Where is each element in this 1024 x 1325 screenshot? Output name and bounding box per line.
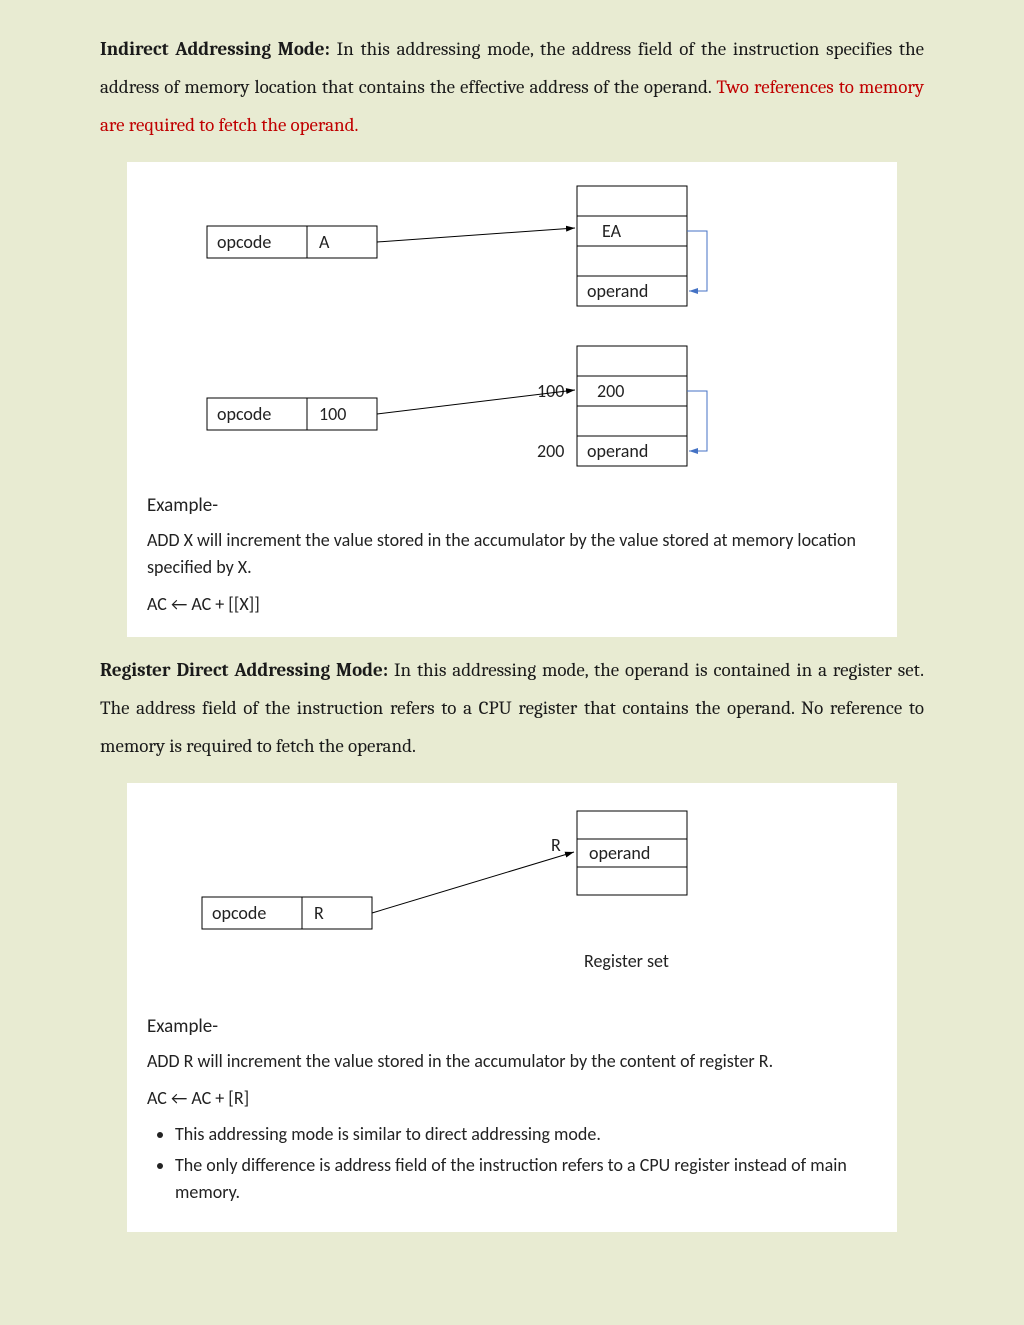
fig2-note-2: The only difference is address field of … [175,1152,877,1206]
figure-indirect-addressing: opcode A EA operand opcode 100 200 o [127,162,897,637]
diagram-indirect: opcode A EA operand opcode 100 200 o [147,176,877,476]
fig1-example-heading: Example- [147,494,877,517]
fig2-example-heading: Example- [147,1015,877,1038]
fig2-formula: AC ← AC + [R] [147,1087,877,1109]
fig2-operand: operand [589,842,650,864]
diagram-register-direct: opcode R operand R Register set [147,797,877,997]
fig1-example-body: ADD X will increment the value stored in… [147,527,877,581]
fig2-notes-list: This addressing mode is similar to direc… [175,1121,877,1206]
fig1-formula: AC ← AC + [[X]] [147,593,877,615]
fig1-bot-row-200: 200 [537,440,564,462]
fig1-instr-top-addr: A [319,231,330,253]
register-direct-paragraph: Register Direct Addressing Mode: In this… [100,651,924,765]
document-page: Indirect Addressing Mode: In this addres… [0,0,1024,1306]
fig2-instr-addr: R [314,902,324,924]
fig1-top-ea: EA [602,220,622,242]
fig1-bot-val100: 200 [597,380,624,402]
fig2-caption: Register set [584,950,669,972]
fig1-top-operand: operand [587,280,648,302]
register-direct-title: Register Direct Addressing Mode: [100,659,388,681]
indirect-mode-title: Indirect Addressing Mode: [100,38,330,60]
indirect-mode-paragraph: Indirect Addressing Mode: In this addres… [100,30,924,144]
fig2-instr-opcode: opcode [212,902,266,924]
fig2-example-body: ADD R will increment the value stored in… [147,1048,877,1075]
fig1-bot-operand: operand [587,440,648,462]
fig2-pointer-label: R [551,834,561,856]
figure-register-direct: opcode R operand R Register set Example-… [127,783,897,1232]
fig2-note-1: This addressing mode is similar to direc… [175,1121,877,1148]
fig1-bot-row-100: 100 [537,380,564,402]
fig1-instr-bot-addr: 100 [319,403,346,425]
fig1-instr-top-opcode: opcode [217,231,271,253]
fig1-instr-bot-opcode: opcode [217,403,271,425]
